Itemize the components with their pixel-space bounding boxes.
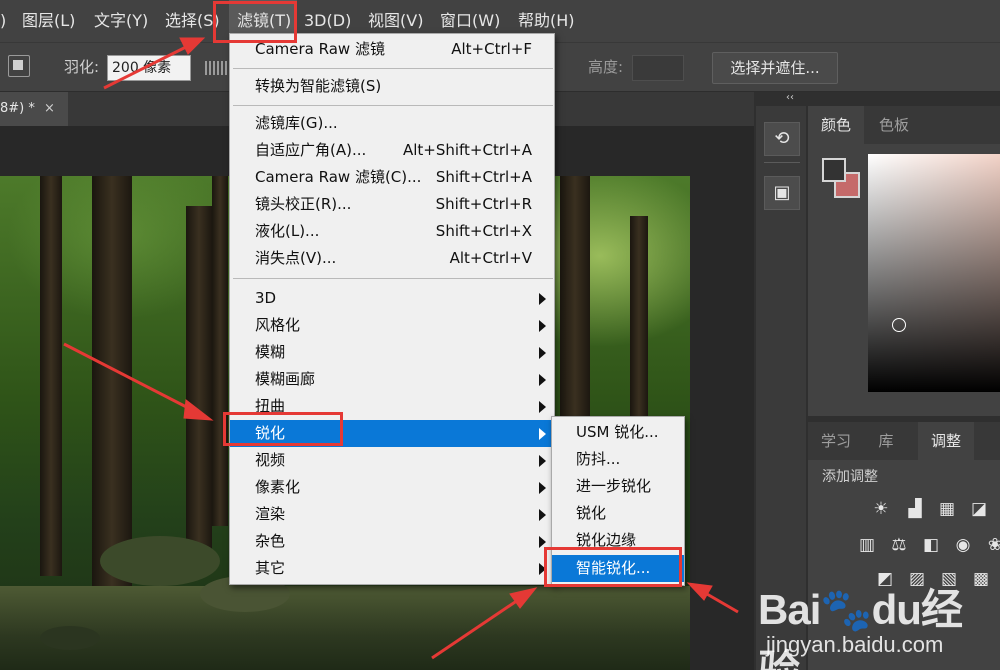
menu-type[interactable]: 文字(Y): [94, 0, 148, 42]
menu-item-noise[interactable]: 杂色: [230, 528, 554, 555]
foreground-color-swatch[interactable]: [822, 158, 846, 182]
submenu-arrow-icon: [539, 374, 546, 386]
photo-filter-icon[interactable]: ◉: [952, 534, 974, 556]
channel-mixer-icon[interactable]: ❀: [984, 534, 1000, 556]
annotation-box-filter: [213, 1, 297, 43]
history-icon[interactable]: ⟲: [764, 122, 800, 156]
3d-panel-icon[interactable]: ▣: [764, 176, 800, 210]
tab-adjustments[interactable]: 调整: [918, 422, 974, 460]
collapse-panels-icon[interactable]: ‹‹: [786, 92, 794, 103]
curves-icon[interactable]: ▦: [936, 498, 958, 520]
menu-edit[interactable]: ): [0, 0, 6, 42]
feather-label: 羽化:: [64, 58, 100, 76]
tab-swatches[interactable]: 色板: [866, 106, 922, 144]
color-picker-marker[interactable]: [892, 318, 906, 332]
submenu-arrow-icon: [539, 293, 546, 305]
annotation-box-smart-sharpen: [544, 547, 682, 587]
menu-item-pixelate[interactable]: 像素化: [230, 474, 554, 501]
menu-item-other[interactable]: 其它: [230, 555, 554, 582]
height-input[interactable]: [632, 55, 684, 81]
menu-layer[interactable]: 图层(L): [22, 0, 75, 42]
brightness-icon[interactable]: ☀: [870, 498, 892, 520]
submenu-item-sharpen[interactable]: 锐化: [552, 500, 684, 527]
menu-item-camera-raw[interactable]: Camera Raw 滤镜(C)... Shift+Ctrl+A: [230, 164, 554, 191]
feather-input[interactable]: 200 像素: [107, 55, 191, 81]
submenu-item-sharpen-more[interactable]: 进一步锐化: [552, 473, 684, 500]
height-label: 高度:: [588, 58, 624, 76]
add-adjustment-title: 添加调整: [822, 469, 878, 485]
submenu-arrow-icon: [539, 482, 546, 494]
vibrance-icon[interactable]: ▥: [856, 534, 878, 556]
menu-item-render[interactable]: 渲染: [230, 501, 554, 528]
filter-menu: Camera Raw 滤镜 Alt+Ctrl+F 转换为智能滤镜(S) 滤镜库(G…: [229, 33, 555, 585]
anti-alias-icon[interactable]: [205, 61, 229, 75]
exposure-icon[interactable]: ◪: [968, 498, 990, 520]
submenu-arrow-icon: [539, 401, 546, 413]
tab-learn[interactable]: 学习: [808, 422, 864, 460]
submenu-arrow-icon: [539, 320, 546, 332]
menu-item-lens-correction[interactable]: 镜头校正(R)... Shift+Ctrl+R: [230, 191, 554, 218]
menu-item-vanishing-point[interactable]: 消失点(V)... Alt+Ctrl+V: [230, 245, 554, 272]
baidu-watermark: Bai🐾du经验 jingyan.baidu.com: [758, 568, 1000, 670]
menu-item-blur[interactable]: 模糊: [230, 339, 554, 366]
black-white-icon[interactable]: ◧: [920, 534, 942, 556]
document-tab-name: 8#) *: [0, 101, 35, 116]
color-field[interactable]: [868, 154, 1000, 392]
menu-item-adaptive-wide-angle[interactable]: 自适应广角(A)... Alt+Shift+Ctrl+A: [230, 137, 554, 164]
levels-icon[interactable]: ▟: [904, 498, 926, 520]
submenu-arrow-icon: [539, 428, 546, 440]
tab-color[interactable]: 颜色: [808, 106, 864, 144]
watermark-url: jingyan.baidu.com: [766, 632, 944, 657]
submenu-arrow-icon: [539, 509, 546, 521]
color-panel-tabs: 颜色 色板: [808, 106, 1000, 144]
menu-item-stylize[interactable]: 风格化: [230, 312, 554, 339]
menu-select[interactable]: 选择(S): [165, 0, 220, 42]
menu-item-liquify[interactable]: 液化(L)... Shift+Ctrl+X: [230, 218, 554, 245]
menu-item-filter-gallery[interactable]: 滤镜库(G)...: [230, 110, 554, 137]
submenu-arrow-icon: [539, 347, 546, 359]
menu-item-blur-gallery[interactable]: 模糊画廊: [230, 366, 554, 393]
document-tab[interactable]: 8#) * ×: [0, 92, 68, 126]
color-panel: 颜色 色板: [808, 106, 1000, 416]
menu-item-convert-smart-filter[interactable]: 转换为智能滤镜(S): [230, 73, 554, 100]
adjustments-panel-tabs: 学习 库 调整: [808, 422, 1000, 460]
close-icon[interactable]: ×: [44, 92, 55, 126]
submenu-item-shake-reduction[interactable]: 防抖...: [552, 446, 684, 473]
selection-mode-icon[interactable]: [8, 55, 30, 77]
color-balance-icon[interactable]: ⚖: [888, 534, 910, 556]
annotation-box-sharpen: [223, 412, 343, 446]
select-and-mask-button[interactable]: 选择并遮住...: [712, 52, 838, 84]
submenu-arrow-icon: [539, 455, 546, 467]
submenu-item-unsharp-mask[interactable]: USM 锐化...: [552, 419, 684, 446]
tab-libraries[interactable]: 库: [864, 422, 908, 460]
menu-item-video[interactable]: 视频: [230, 447, 554, 474]
menu-item-3d[interactable]: 3D: [230, 285, 554, 312]
